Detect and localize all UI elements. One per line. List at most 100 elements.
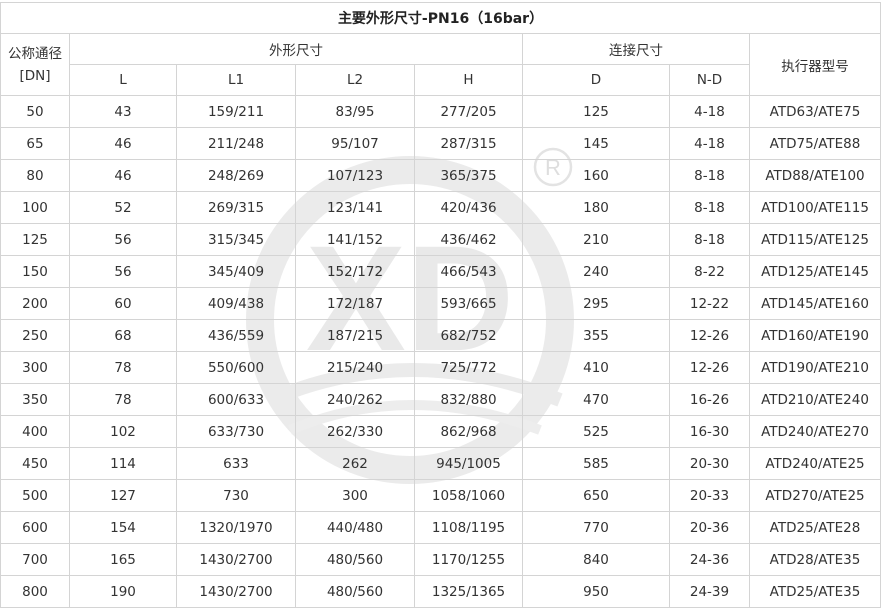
cell-h: 287/315 — [414, 127, 523, 160]
table-row: 800 190 1430/2700 480/560 1325/1365 950 24-39 A… — [0, 575, 882, 608]
cell-nd: 12-26 — [669, 319, 750, 352]
cell-actuator: ATD28/ATE35 — [748, 543, 882, 576]
cell-actuator: ATD100/ATE115 — [748, 191, 882, 224]
header-L: L — [69, 64, 177, 96]
cell-nd: 24-39 — [669, 575, 750, 608]
table-row: 50 43 159/211 83/95 277/205 125 4-18 ATD63/ATE7… — [0, 95, 882, 128]
cell-nd: 4-18 — [669, 95, 750, 128]
cell-h: 436/462 — [414, 223, 523, 256]
cell-l1: 600/633 — [176, 383, 296, 416]
table-title-row: 主要外形尺寸-PN16（16bar） — [0, 2, 882, 34]
cell-l: 56 — [69, 223, 177, 256]
cell-l1: 1320/1970 — [176, 511, 296, 544]
cell-d: 950 — [522, 575, 670, 608]
cell-l1: 633 — [176, 447, 296, 480]
cell-l1: 248/269 — [176, 159, 296, 192]
cell-h: 725/772 — [414, 351, 523, 384]
cell-h: 862/968 — [414, 415, 523, 448]
cell-nd: 12-22 — [669, 287, 750, 320]
cell-nd: 12-26 — [669, 351, 750, 384]
cell-actuator: ATD75/ATE88 — [748, 127, 882, 160]
cell-l1: 269/315 — [176, 191, 296, 224]
table-row: 125 56 315/345 141/152 436/462 210 8-18 ATD115/… — [0, 223, 882, 256]
cell-l: 52 — [69, 191, 177, 224]
cell-l: 102 — [69, 415, 177, 448]
cell-l2: 95/107 — [295, 127, 415, 160]
cell-dn: 250 — [0, 319, 70, 352]
header-row-2: L L1 L2 H D N-D — [1, 64, 881, 96]
cell-l1: 436/559 — [176, 319, 296, 352]
cell-actuator: ATD240/ATE270 — [748, 415, 882, 448]
cell-nd: 24-36 — [669, 543, 750, 576]
cell-dn: 80 — [0, 159, 70, 192]
cell-d: 410 — [522, 351, 670, 384]
cell-nd: 16-30 — [669, 415, 750, 448]
cell-l: 78 — [69, 351, 177, 384]
cell-h: 593/665 — [414, 287, 523, 320]
cell-actuator: ATD63/ATE75 — [748, 95, 882, 128]
cell-h: 1058/1060 — [414, 479, 523, 512]
cell-l1: 211/248 — [176, 127, 296, 160]
cell-l1: 550/600 — [176, 351, 296, 384]
cell-l2: 262/330 — [295, 415, 415, 448]
cell-dn: 300 — [0, 351, 70, 384]
cell-l1: 1430/2700 — [176, 543, 296, 576]
cell-d: 295 — [522, 287, 670, 320]
cell-dn: 350 — [0, 383, 70, 416]
cell-h: 466/543 — [414, 255, 523, 288]
cell-d: 650 — [522, 479, 670, 512]
cell-dn: 700 — [0, 543, 70, 576]
header-actuator: 执行器型号 — [748, 33, 882, 96]
cell-l2: 240/262 — [295, 383, 415, 416]
cell-actuator: ATD145/ATE160 — [748, 287, 882, 320]
cell-nd: 4-18 — [669, 127, 750, 160]
cell-l1: 730 — [176, 479, 296, 512]
cell-l: 46 — [69, 127, 177, 160]
cell-l: 127 — [69, 479, 177, 512]
cell-l1: 409/438 — [176, 287, 296, 320]
cell-d: 160 — [522, 159, 670, 192]
cell-dn: 800 — [0, 575, 70, 608]
cell-dn: 450 — [0, 447, 70, 480]
cell-nd: 20-36 — [669, 511, 750, 544]
cell-l: 56 — [69, 255, 177, 288]
cell-l: 60 — [69, 287, 177, 320]
cell-l2: 123/141 — [295, 191, 415, 224]
header-dn-unit: [DN] — [19, 67, 51, 84]
header-connect-group: 连接尺寸 — [522, 33, 750, 65]
cell-l2: 83/95 — [295, 95, 415, 128]
cell-l1: 633/730 — [176, 415, 296, 448]
cell-dn: 65 — [0, 127, 70, 160]
cell-nd: 8-18 — [669, 159, 750, 192]
header-L2: L2 — [295, 64, 415, 96]
header-ND: N-D — [669, 64, 750, 96]
cell-h: 420/436 — [414, 191, 523, 224]
cell-l: 190 — [69, 575, 177, 608]
table-row: 100 52 269/315 123/141 420/436 180 8-18 ATD100/… — [0, 191, 882, 224]
cell-actuator: ATD88/ATE100 — [748, 159, 882, 192]
cell-l1: 1430/2700 — [176, 575, 296, 608]
cell-nd: 8-22 — [669, 255, 750, 288]
cell-l: 114 — [69, 447, 177, 480]
table-row: 150 56 345/409 152/172 466/543 240 8-22 ATD125/… — [0, 255, 882, 288]
cell-l2: 300 — [295, 479, 415, 512]
cell-actuator: ATD115/ATE125 — [748, 223, 882, 256]
cell-dn: 500 — [0, 479, 70, 512]
cell-d: 525 — [522, 415, 670, 448]
cell-h: 1170/1255 — [414, 543, 523, 576]
cell-l2: 440/480 — [295, 511, 415, 544]
cell-actuator: ATD270/ATE25 — [748, 479, 882, 512]
cell-l2: 141/152 — [295, 223, 415, 256]
cell-h: 277/205 — [414, 95, 523, 128]
cell-h: 945/1005 — [414, 447, 523, 480]
cell-h: 1108/1195 — [414, 511, 523, 544]
cell-l: 78 — [69, 383, 177, 416]
cell-d: 180 — [522, 191, 670, 224]
table-row: 200 60 409/438 172/187 593/665 295 12-22 ATD145… — [0, 287, 882, 320]
header-row-1: 公称通径 [DN] 外形尺寸 连接尺寸 执行器型号 — [0, 33, 882, 96]
cell-l1: 159/211 — [176, 95, 296, 128]
cell-d: 145 — [522, 127, 670, 160]
cell-actuator: ATD160/ATE190 — [748, 319, 882, 352]
cell-actuator: ATD25/ATE35 — [748, 575, 882, 608]
cell-l: 43 — [69, 95, 177, 128]
